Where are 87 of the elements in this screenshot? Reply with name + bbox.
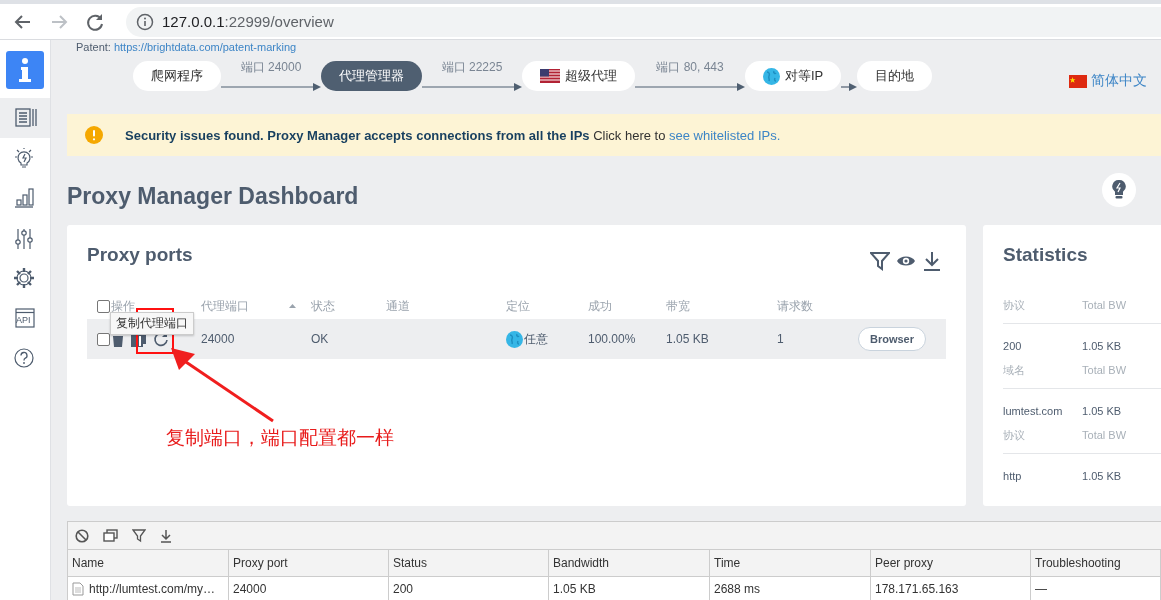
card-title: Statistics xyxy=(1003,243,1088,267)
url-text: 127.0.0.1:22999/overview xyxy=(162,13,334,30)
table-cell: 1.05 KB xyxy=(666,332,709,346)
column-header: 状态 xyxy=(311,297,335,315)
globe-icon xyxy=(763,67,780,85)
sidebar-item[interactable] xyxy=(0,98,50,138)
flow-arrow xyxy=(841,83,858,91)
block-icon[interactable] xyxy=(75,528,89,543)
column-header: Total BW xyxy=(1082,299,1127,311)
flow-step: 爬网程序 xyxy=(133,61,221,91)
column-header: 代理端口 xyxy=(201,297,249,315)
column-header: Status xyxy=(393,556,428,570)
checkbox[interactable] xyxy=(97,299,110,313)
address-bar[interactable]: 127.0.0.1:22999/overview xyxy=(126,6,1161,37)
tooltip: 复制代理端口 xyxy=(110,312,194,335)
column-header: Time xyxy=(714,556,741,570)
document-icon xyxy=(72,582,84,596)
download-icon[interactable] xyxy=(922,251,943,271)
page-title: Proxy Manager Dashboard xyxy=(67,182,359,211)
column-header: 协议 xyxy=(1003,297,1026,313)
column-header: 带宽 xyxy=(666,297,690,315)
settings-icon xyxy=(13,266,37,290)
flow-step: 对等IP xyxy=(745,61,842,91)
table-cell: 200 xyxy=(1003,340,1022,352)
patent-link[interactable]: https://brightdata.com/patent-marking xyxy=(113,41,297,53)
card-title: Proxy ports xyxy=(87,243,193,267)
flow-step: 目的地 xyxy=(857,61,933,91)
filter-icon[interactable] xyxy=(132,528,146,543)
warning-icon xyxy=(85,126,103,144)
bar-chart-icon xyxy=(13,186,37,210)
table-cell: 1.05 KB xyxy=(1082,340,1122,352)
table-cell: 100.00% xyxy=(588,332,636,346)
alert-message: Security issues found. Proxy Manager accepts connections from all the IPs Click here to see whitelisted IPs. xyxy=(125,127,781,143)
logo[interactable] xyxy=(6,51,44,89)
table-cell: 1.05 KB xyxy=(1082,405,1122,417)
column-header: 协议 xyxy=(1003,427,1026,443)
column-header: Proxy port xyxy=(233,556,288,570)
table-cell: 1.05 KB xyxy=(1082,470,1122,482)
column-header: 通道 xyxy=(386,297,410,315)
port-label: 端口 22225 xyxy=(441,59,503,76)
column-header: 定位 xyxy=(506,297,530,315)
table-cell: lumtest.com xyxy=(1003,405,1063,417)
table-cell: http xyxy=(1003,470,1022,482)
info-icon xyxy=(136,12,154,31)
globe-icon xyxy=(506,330,523,348)
column-header: Peer proxy xyxy=(875,556,934,570)
column-header: Total BW xyxy=(1082,364,1127,376)
table-cell: 1 xyxy=(777,332,784,346)
table-cell: 178.171.65.163 xyxy=(875,582,959,596)
table-cell: 1.05 KB xyxy=(553,582,596,596)
column-header: Troubleshooting xyxy=(1035,556,1121,570)
column-header: 请求数 xyxy=(777,297,813,315)
column-header: Bandwidth xyxy=(553,556,610,570)
tips-button[interactable] xyxy=(1102,173,1136,207)
table-cell: 2688 ms xyxy=(714,582,761,596)
language-selector[interactable]: 简体中文 xyxy=(1069,72,1147,90)
china-flag-icon xyxy=(1069,74,1087,88)
column-header: 操作 xyxy=(111,297,135,315)
checkbox[interactable] xyxy=(97,332,110,346)
table-cell: 任意 xyxy=(524,330,548,348)
browser-button[interactable]: Browser xyxy=(858,327,927,351)
screenshot-icon[interactable] xyxy=(103,528,118,543)
table-cell: OK xyxy=(311,332,329,346)
list-icon xyxy=(13,106,37,130)
column-header: Name xyxy=(72,556,104,570)
filter-icon[interactable] xyxy=(870,251,891,271)
table-cell: 200 xyxy=(393,582,414,596)
column-header: Total BW xyxy=(1082,429,1127,441)
annotation-text: 复制端口，端口配置都一样 xyxy=(166,426,394,450)
patent-note: Patent: https://brightdata.com/patent-marking xyxy=(76,41,298,53)
port-label: 端口 80, 443 xyxy=(656,59,724,76)
table-cell: 24000 xyxy=(201,332,235,346)
lightbulb-icon xyxy=(1112,180,1126,200)
flow-step: 代理管理器 xyxy=(321,61,422,91)
info-logo-icon xyxy=(18,57,32,83)
flow-step: 超级代理 xyxy=(522,61,635,91)
table-cell: http://lumtest.com/my… xyxy=(89,582,216,596)
table-cell: 24000 xyxy=(233,582,267,596)
table-cell: — xyxy=(1035,582,1047,596)
us-flag-icon xyxy=(540,69,560,83)
sort-icon xyxy=(289,303,297,309)
download-icon[interactable] xyxy=(160,528,172,543)
port-label: 端口 24000 xyxy=(240,59,302,76)
help-icon xyxy=(13,346,37,370)
whitelist-link[interactable]: see whitelisted IPs. xyxy=(669,127,781,143)
column-header: 域名 xyxy=(1003,362,1026,378)
column-header: 成功 xyxy=(588,297,612,315)
